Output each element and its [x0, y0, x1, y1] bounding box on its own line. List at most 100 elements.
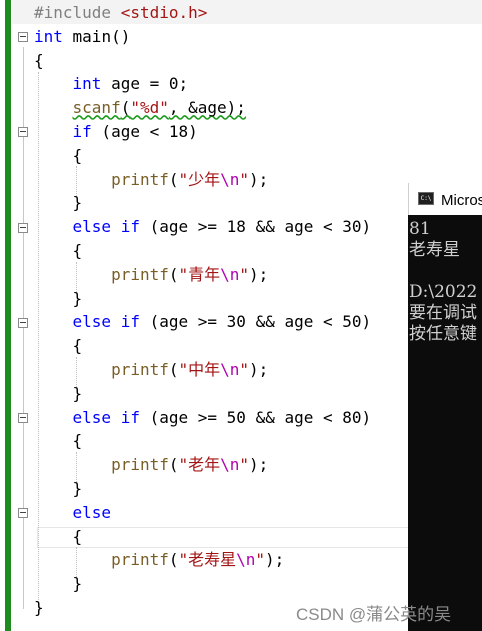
code-token: else if [72, 217, 140, 237]
code-token: ); [265, 550, 285, 570]
code-token: "少年 [178, 169, 221, 189]
code-token: \n [220, 360, 240, 379]
code-line[interactable]: if (age < 18) [34, 120, 198, 144]
code-line[interactable]: { [34, 239, 83, 263]
code-line[interactable]: printf("少年\n"); [34, 168, 268, 192]
collapse-else-if-1-icon[interactable] [18, 223, 28, 233]
code-token: age = 0; [101, 74, 189, 94]
code-token: ( [120, 98, 131, 118]
code-token: ); [249, 455, 269, 475]
code-token: " [239, 360, 250, 379]
code-line[interactable]: } [34, 572, 83, 596]
change-tracking-bar [5, 0, 11, 631]
code-line[interactable]: { [34, 429, 83, 453]
code-line[interactable]: } [34, 287, 83, 311]
code-token: ); [249, 169, 269, 189]
code-line[interactable]: printf("中年\n"); [34, 358, 268, 382]
code-token: \n [220, 455, 240, 475]
collapse-main-icon[interactable] [18, 32, 28, 42]
code-token: "%d" [130, 98, 169, 118]
code-token: " [239, 264, 250, 284]
code-token: ( [168, 169, 179, 189]
code-line[interactable]: printf("老寿星\n"); [34, 548, 284, 572]
console-titlebar[interactable]: C:\ Microsoft Visual Studio 调试控制台 [408, 183, 482, 215]
code-line[interactable]: else if (age >= 18 && age < 30) [34, 215, 372, 239]
collapse-else-if-2-icon[interactable] [18, 318, 28, 328]
code-line[interactable]: } [34, 382, 83, 406]
code-token: { [34, 241, 83, 260]
code-token: int [72, 74, 102, 94]
code-token: "中年 [178, 360, 221, 379]
code-line[interactable]: { [34, 144, 83, 168]
code-line[interactable]: { [34, 525, 83, 549]
console-output-line: 要在调试 [409, 303, 477, 323]
code-token: if [72, 122, 92, 141]
code-line[interactable]: { [34, 49, 44, 73]
code-token: " [255, 550, 266, 570]
current-line-highlight [37, 527, 409, 548]
console-window-icon: C:\ [418, 192, 434, 205]
code-token: } [34, 193, 83, 213]
code-token: else [72, 502, 112, 522]
code-line[interactable]: int main() [34, 25, 130, 49]
code-token: " [239, 455, 250, 475]
code-token: main() [62, 26, 131, 46]
code-token: printf [111, 550, 169, 570]
code-token: (age >= 30 && age < 50) [139, 312, 372, 332]
code-token: { [34, 431, 83, 451]
code-token: <stdio.h> [120, 3, 208, 22]
code-token: printf [111, 455, 169, 475]
code-token: #include [34, 3, 121, 22]
debug-console-window[interactable]: C:\ Microsoft Visual Studio 调试控制台 81老寿星 D… [408, 183, 482, 631]
code-token: scanf [72, 98, 121, 118]
code-token: "老寿星 [178, 550, 237, 570]
console-output-line: 老寿星 [409, 240, 460, 260]
console-output-line: 按任意键 [409, 324, 477, 344]
code-token: { [34, 526, 83, 546]
code-line[interactable]: else if (age >= 50 && age < 80) [34, 406, 372, 430]
code-token: } [34, 383, 83, 403]
code-token: } [34, 479, 83, 498]
code-line[interactable]: #include <stdio.h> [34, 1, 207, 25]
code-token: " [239, 169, 250, 189]
code-token: else if [72, 312, 140, 332]
code-line[interactable]: } [34, 596, 44, 620]
code-token: (age < 18) [91, 122, 198, 141]
code-line[interactable]: else [34, 501, 112, 525]
console-output-line: D:\2022 [409, 282, 478, 302]
code-line[interactable]: } [34, 477, 83, 501]
code-token: \n [220, 264, 240, 284]
code-token: { [34, 145, 83, 165]
code-line[interactable]: else if (age >= 30 && age < 50) [34, 310, 372, 334]
code-token: (age >= 50 && age < 80) [139, 407, 372, 427]
code-token: (age >= 18 && age < 30) [139, 217, 372, 237]
code-line[interactable]: } [34, 191, 83, 215]
code-line[interactable]: int age = 0; [34, 72, 189, 96]
collapse-else-if-3-icon[interactable] [18, 413, 28, 423]
code-token: } [34, 598, 44, 617]
code-token: printf [111, 169, 169, 189]
code-token: } [34, 288, 83, 308]
code-token: ( [168, 550, 179, 570]
code-line[interactable]: { [34, 334, 83, 358]
collapse-if-icon[interactable] [18, 127, 28, 137]
code-token: printf [111, 360, 169, 379]
code-line[interactable]: printf("老年\n"); [34, 453, 268, 477]
code-token: { [34, 50, 44, 70]
code-line[interactable]: scanf("%d", &age); [34, 96, 246, 120]
collapse-else-icon[interactable] [18, 508, 28, 518]
code-line[interactable]: printf("青年\n"); [34, 263, 268, 287]
code-token: \n [220, 169, 240, 189]
code-token: ( [168, 264, 179, 284]
